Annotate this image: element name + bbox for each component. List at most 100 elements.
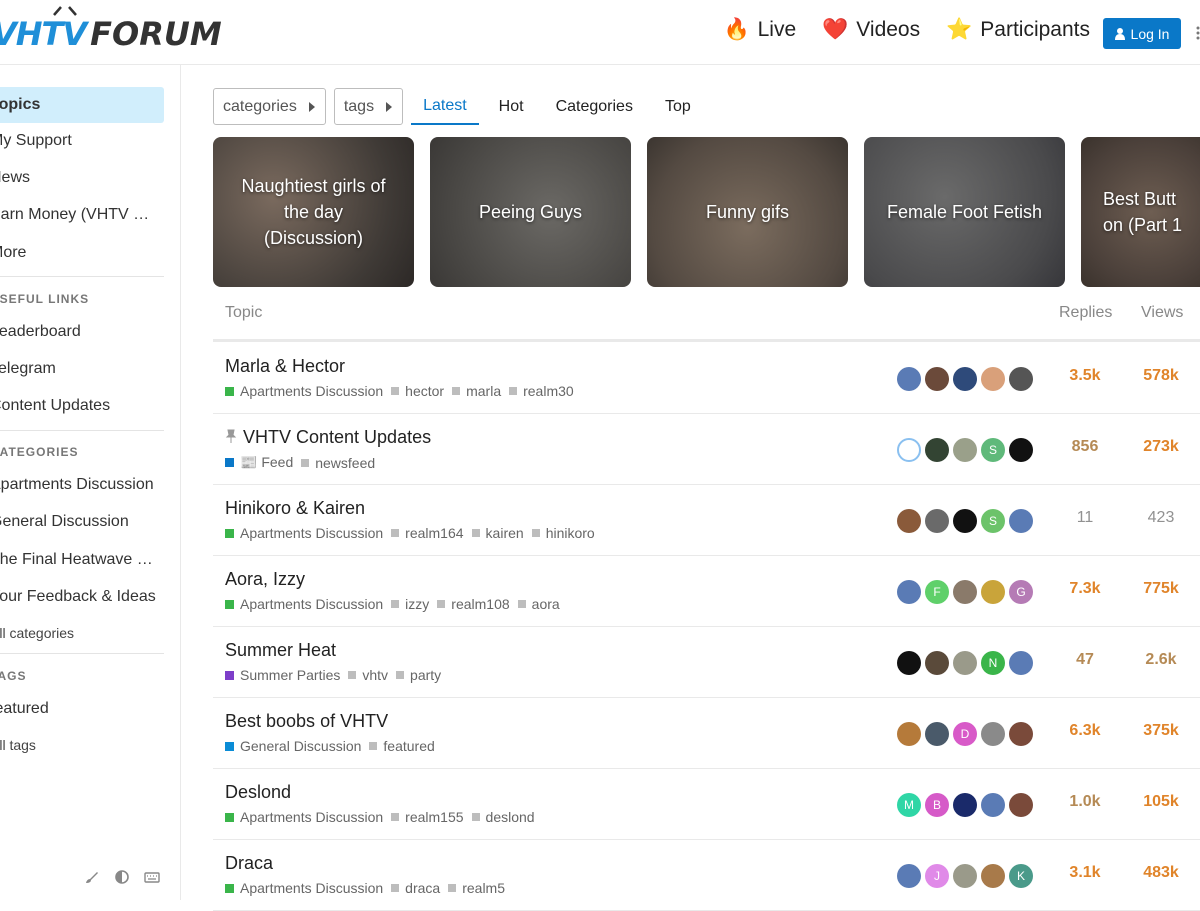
sidebar-item-news[interactable]: News	[0, 160, 164, 196]
section-heading-tags[interactable]: TAGS	[0, 669, 26, 683]
topic-tag[interactable]: kairen	[471, 525, 524, 541]
nav-live[interactable]: 🔥 Live	[723, 18, 796, 42]
topic-row[interactable]: Aora, Izzy Apartments Discussion izzy realm…	[213, 556, 1200, 627]
reply-count[interactable]: 3.1k	[1055, 864, 1115, 882]
sidebar-item-support[interactable]: My Support	[0, 123, 164, 159]
avatar[interactable]	[897, 438, 921, 462]
section-heading-useful-links[interactable]: USEFUL LINKS	[0, 292, 89, 306]
topic-row[interactable]: Summer Heat Summer Parties vhtv party N 47 2.6…	[213, 627, 1200, 698]
sidebar-item-earn-money[interactable]: Earn Money (VHTV …	[0, 197, 164, 233]
sidebar-item-leaderboard[interactable]: Leaderboard	[0, 314, 164, 350]
category-badge[interactable]: Apartments Discussion	[225, 880, 383, 896]
sidebar-item-feedback[interactable]: Your Feedback & Ideas	[0, 579, 164, 615]
avatar[interactable]: N	[981, 651, 1005, 675]
avatar[interactable]	[897, 367, 921, 391]
topic-tag[interactable]: party	[396, 667, 441, 683]
topic-tag[interactable]: marla	[452, 383, 501, 399]
avatar[interactable]	[897, 580, 921, 604]
avatar[interactable]	[925, 722, 949, 746]
avatar[interactable]	[925, 651, 949, 675]
avatar[interactable]	[953, 367, 977, 391]
category-badge[interactable]: Apartments Discussion	[225, 383, 383, 399]
topic-tag[interactable]: hector	[391, 383, 444, 399]
topic-title[interactable]: Deslond	[225, 782, 291, 803]
topic-tag[interactable]: aora	[517, 596, 560, 612]
sidebar-item-featured[interactable]: featured	[0, 691, 164, 727]
reply-count[interactable]: 7.3k	[1055, 580, 1115, 598]
nav-videos[interactable]: ❤️ Videos	[822, 18, 920, 42]
sidebar-item-topics[interactable]: Topics	[0, 87, 164, 123]
column-replies[interactable]: Replies	[1059, 304, 1112, 322]
reply-count[interactable]: 6.3k	[1055, 722, 1115, 740]
avatar[interactable]	[981, 367, 1005, 391]
topic-row[interactable]: Draca Apartments Discussion draca realm5 J K 3…	[213, 840, 1200, 911]
avatar[interactable]	[1009, 722, 1033, 746]
avatar[interactable]	[1009, 367, 1033, 391]
category-badge[interactable]: Apartments Discussion	[225, 525, 383, 541]
topic-row[interactable]: Best boobs of VHTV General Discussion feat…	[213, 698, 1200, 769]
reply-count[interactable]: 47	[1055, 651, 1115, 669]
category-badge[interactable]: Apartments Discussion	[225, 596, 383, 612]
sidebar-item-heatwave[interactable]: The Final Heatwave …	[0, 542, 164, 578]
category-badge[interactable]: Summer Parties	[225, 667, 340, 683]
avatar[interactable]: J	[925, 864, 949, 888]
avatar[interactable]	[1009, 438, 1033, 462]
featured-card[interactable]: Female Foot Fetish	[864, 137, 1065, 287]
featured-card[interactable]: Best Butt on (Part 1	[1081, 137, 1200, 287]
featured-card[interactable]: Naughtiest girls of the day (Discussion)	[213, 137, 414, 287]
sidebar-item-content-updates[interactable]: Content Updates	[0, 388, 164, 424]
topic-row[interactable]: VHTV Content Updates 📰 Feed newsfeed S 856 27…	[213, 414, 1200, 485]
topic-tag[interactable]: realm155	[391, 809, 464, 825]
topic-tag[interactable]: realm108	[437, 596, 510, 612]
avatar[interactable]	[981, 722, 1005, 746]
avatar[interactable]: S	[981, 509, 1005, 533]
tab-latest[interactable]: Latest	[411, 88, 479, 125]
nav-participants[interactable]: ⭐ Participants	[946, 18, 1090, 42]
reply-count[interactable]: 11	[1055, 509, 1115, 527]
topic-tag[interactable]: realm5	[448, 880, 505, 896]
avatar[interactable]: D	[953, 722, 977, 746]
tags-dropdown[interactable]: tags	[333, 88, 404, 125]
topic-title[interactable]: Best boobs of VHTV	[225, 711, 388, 732]
keyboard-icon[interactable]	[144, 869, 160, 885]
category-badge[interactable]: General Discussion	[225, 738, 361, 754]
avatar[interactable]	[1009, 509, 1033, 533]
avatar[interactable]: B	[925, 793, 949, 817]
avatar[interactable]	[1009, 793, 1033, 817]
avatar[interactable]: M	[897, 793, 921, 817]
topic-row[interactable]: Deslond Apartments Discussion realm155 desl…	[213, 769, 1200, 840]
topic-row[interactable]: Hinikoro & Kairen Apartments Discussion re…	[213, 485, 1200, 556]
avatar[interactable]	[925, 367, 949, 391]
avatar[interactable]	[953, 793, 977, 817]
avatar[interactable]	[1009, 651, 1033, 675]
featured-card[interactable]: Funny gifs	[647, 137, 848, 287]
topic-title[interactable]: Summer Heat	[225, 640, 336, 661]
topic-tag[interactable]: newsfeed	[301, 455, 375, 471]
all-categories-link[interactable]: All categories	[0, 625, 74, 641]
sidebar-item-apartments[interactable]: Apartments Discussion	[0, 467, 164, 503]
topic-tag[interactable]: izzy	[391, 596, 429, 612]
login-button[interactable]: Log In	[1103, 18, 1181, 49]
avatar[interactable]	[953, 651, 977, 675]
topic-title[interactable]: Aora, Izzy	[225, 569, 305, 590]
avatar[interactable]	[925, 509, 949, 533]
categories-dropdown[interactable]: categories	[213, 88, 326, 125]
avatar[interactable]	[897, 509, 921, 533]
sidebar-item-general[interactable]: General Discussion	[0, 504, 164, 540]
avatar[interactable]	[981, 580, 1005, 604]
sidebar-item-more[interactable]: More	[0, 235, 164, 271]
category-badge[interactable]: 📰 Feed	[225, 454, 293, 471]
category-badge[interactable]: Apartments Discussion	[225, 809, 383, 825]
avatar[interactable]	[925, 438, 949, 462]
topic-tag[interactable]: hinikoro	[531, 525, 595, 541]
brush-icon[interactable]	[84, 869, 100, 885]
topic-tag[interactable]: featured	[369, 738, 435, 754]
topic-tag[interactable]: realm164	[391, 525, 464, 541]
reply-count[interactable]: 856	[1055, 438, 1115, 456]
reply-count[interactable]: 3.5k	[1055, 367, 1115, 385]
tab-categories[interactable]: Categories	[544, 88, 645, 125]
topic-title[interactable]: VHTV Content Updates	[243, 427, 431, 448]
avatar[interactable]: F	[925, 580, 949, 604]
column-views[interactable]: Views	[1141, 304, 1183, 322]
featured-card[interactable]: Peeing Guys	[430, 137, 631, 287]
